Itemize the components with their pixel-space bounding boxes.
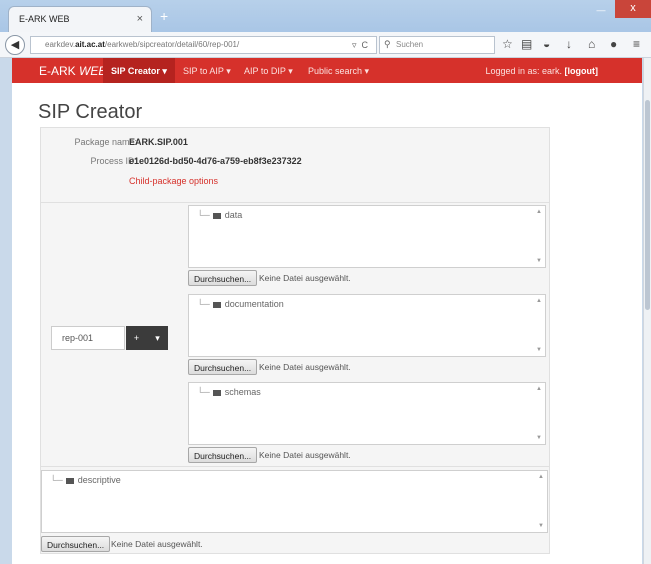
representation-panel: rep-001 + ▾ └─ data ▲ ▼ Durchsuchen... Ke… xyxy=(40,202,550,470)
folder-box-documentation[interactable]: └─ documentation ▲ ▼ xyxy=(188,294,546,357)
app-navbar: E-ARK WEB SIP Creator ▾ SIP to AIP ▾ AIP… xyxy=(12,58,642,83)
file-status-descriptive: Keine Datei ausgewählt. xyxy=(111,539,203,549)
folder-box-data[interactable]: └─ data ▲ ▼ xyxy=(188,205,546,268)
folder-icon xyxy=(212,389,221,396)
process-id-value: e1e0126d-bd50-4d76-a759-eb8f3e237322 xyxy=(129,156,302,166)
back-icon[interactable]: ◀ xyxy=(5,35,25,55)
folder-name: descriptive xyxy=(77,475,121,485)
scroll-up-icon[interactable]: ▲ xyxy=(536,386,542,392)
folder-name: documentation xyxy=(224,299,284,309)
descriptive-panel: └─ descriptive ▲ ▼ Durchsuchen... Keine D… xyxy=(40,466,550,554)
menu-aip-to-dip[interactable]: AIP to DIP ▾ xyxy=(244,66,293,77)
home-icon[interactable]: ⌂ xyxy=(588,37,595,51)
browse-button-documentation[interactable]: Durchsuchen... xyxy=(188,359,258,375)
url-domain: ait.ac.at xyxy=(75,40,105,49)
folder-item: └─ schemas xyxy=(197,387,261,397)
library-icon[interactable]: ▤ xyxy=(521,37,532,51)
tab-close-icon[interactable]: × xyxy=(137,13,143,25)
representation-dropdown-button[interactable]: ▾ xyxy=(147,326,168,350)
folder-icon xyxy=(212,212,221,219)
folder-box-schemas[interactable]: └─ schemas ▲ ▼ xyxy=(188,382,546,445)
star-icon[interactable]: ☆ xyxy=(502,37,513,51)
minimize-icon[interactable]: — xyxy=(590,3,612,17)
scroll-up-icon[interactable]: ▲ xyxy=(538,474,544,480)
package-info-panel: Package name: EARK.SIP.001 Process ID: e… xyxy=(40,127,550,212)
scroll-up-icon[interactable]: ▲ xyxy=(536,298,542,304)
folder-name: schemas xyxy=(224,387,261,397)
folder-icon xyxy=(65,477,74,484)
download-icon[interactable]: ↓ xyxy=(566,37,572,51)
package-name-value: EARK.SIP.001 xyxy=(129,137,188,147)
process-id-label: Process ID: xyxy=(90,156,137,166)
page-scrollbar[interactable] xyxy=(643,58,651,564)
browser-search-input[interactable]: ⚲ Suchen xyxy=(379,36,495,54)
folder-item: └─ data xyxy=(197,210,243,220)
search-placeholder: Suchen xyxy=(396,40,424,49)
browser-navbar: ◀ earkdev.ait.ac.at/earkweb/sipcreator/d… xyxy=(0,32,651,58)
menu-sip-to-aip[interactable]: SIP to AIP ▾ xyxy=(183,66,231,77)
logged-in-status: Logged in as: eark. [logout] xyxy=(485,66,598,76)
search-icon: ⚲ xyxy=(384,39,391,49)
menu-sip-creator[interactable]: SIP Creator ▾ xyxy=(103,58,175,83)
scroll-down-icon[interactable]: ▼ xyxy=(536,435,542,441)
browse-button-data[interactable]: Durchsuchen... xyxy=(188,270,258,286)
browse-button-schemas[interactable]: Durchsuchen... xyxy=(188,447,258,463)
scroll-down-icon[interactable]: ▼ xyxy=(536,258,542,264)
file-status-schemas: Keine Datei ausgewählt. xyxy=(259,450,351,460)
file-status-documentation: Keine Datei ausgewählt. xyxy=(259,362,351,372)
browser-titlebar: E-ARK WEB × + — x xyxy=(0,0,651,32)
url-bar[interactable]: earkdev.ait.ac.at/earkweb/sipcreator/det… xyxy=(30,36,377,54)
menu-public-search[interactable]: Public search ▾ xyxy=(308,66,369,77)
logout-link[interactable]: [logout] xyxy=(565,66,598,76)
url-path: /earkweb/sipcreator/detail/60/rep-001/ xyxy=(104,40,240,49)
page-title: SIP Creator xyxy=(38,101,143,123)
browse-button-descriptive[interactable]: Durchsuchen... xyxy=(41,536,111,552)
menu-icon[interactable]: ≡ xyxy=(633,37,640,51)
folder-item: └─ descriptive xyxy=(50,475,121,485)
page-viewport: E-ARK WEB SIP Creator ▾ SIP to AIP ▾ AIP… xyxy=(12,58,642,564)
representation-name-input[interactable]: rep-001 xyxy=(51,326,125,350)
scroll-down-icon[interactable]: ▼ xyxy=(536,347,542,353)
folder-icon xyxy=(212,301,221,308)
reload-icon[interactable]: ▿ C xyxy=(352,40,368,51)
new-tab-icon[interactable]: + xyxy=(160,8,168,24)
brand-logo[interactable]: E-ARK WEB xyxy=(39,64,106,78)
tab-title: E-ARK WEB xyxy=(19,14,70,24)
browser-tab[interactable]: E-ARK WEB × xyxy=(8,6,152,32)
folder-name: data xyxy=(224,210,243,220)
chat-icon[interactable]: ● xyxy=(610,37,617,51)
window-close-icon[interactable]: x xyxy=(615,0,651,18)
scrollbar-thumb[interactable] xyxy=(645,100,650,310)
url-host: earkdev. xyxy=(45,40,76,49)
folder-box-descriptive[interactable]: └─ descriptive ▲ ▼ xyxy=(41,470,548,533)
add-representation-button[interactable]: + xyxy=(126,326,147,350)
scroll-down-icon[interactable]: ▼ xyxy=(538,523,544,529)
file-status-data: Keine Datei ausgewählt. xyxy=(259,273,351,283)
scroll-up-icon[interactable]: ▲ xyxy=(536,209,542,215)
pocket-icon[interactable]: ◒ xyxy=(543,37,550,51)
child-package-options-link[interactable]: Child-package options xyxy=(129,176,218,186)
package-name-label: Package name: xyxy=(74,137,137,147)
folder-item: └─ documentation xyxy=(197,299,284,309)
